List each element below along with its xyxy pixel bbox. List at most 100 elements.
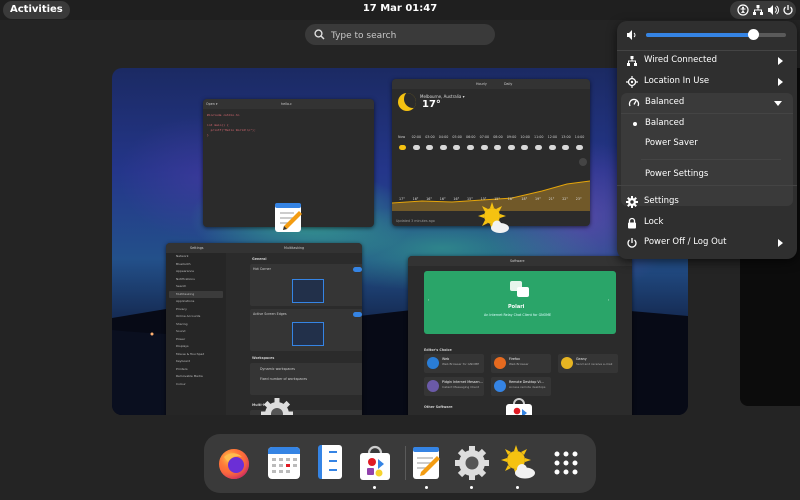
app-card[interactable]: Pidgin Internet Messen… Instant Messaging… xyxy=(424,377,484,396)
text-editor-icon[interactable] xyxy=(407,443,447,483)
workspaces-card[interactable]: Dynamic workspaces Fixed number of works… xyxy=(250,363,362,395)
text-editor-window-icon xyxy=(275,203,302,232)
code-area[interactable]: #include <stdio.h> int main() { printf("… xyxy=(207,113,256,138)
files-icon[interactable] xyxy=(310,443,350,483)
hour-temperature: 15° xyxy=(467,197,473,201)
wired-connection-item[interactable]: Wired Connected xyxy=(617,51,797,71)
calendar-icon[interactable] xyxy=(264,443,304,483)
settings-sidebar[interactable]: Network Bluetooth Appearance Notifications S… xyxy=(166,253,226,415)
top-bar: Activities 17 Mar 01:47 xyxy=(0,0,800,20)
sidebar-item-network[interactable]: Network xyxy=(169,253,223,261)
sidebar-item-appearance[interactable]: Appearance xyxy=(169,268,223,276)
location-item[interactable]: Location In Use xyxy=(617,72,797,92)
tab-hourly[interactable]: Hourly xyxy=(476,82,487,86)
power-off-item[interactable]: Power Off / Log Out xyxy=(617,233,797,253)
hour-label: 02:00 xyxy=(411,135,422,139)
cloud-icon xyxy=(426,145,434,150)
text-editor-headerbar[interactable]: Open ▾ hello.c xyxy=(203,99,374,109)
sidebar-item-privacy[interactable]: Privacy xyxy=(169,306,223,314)
dynamic-workspaces-option[interactable]: Dynamic workspaces xyxy=(260,367,295,371)
app-name: Pidgin Internet Messen… xyxy=(442,380,483,384)
hour-label: 07:00 xyxy=(479,135,490,139)
banner-prev-icon[interactable]: ‹ xyxy=(428,298,429,302)
sidebar-item-label: Network xyxy=(176,254,189,258)
hour-label: 12:00 xyxy=(547,135,558,139)
weather-icon[interactable] xyxy=(498,443,538,483)
power-option-balanced-label: Balanced xyxy=(645,118,685,128)
sidebar-item-removable-media[interactable]: Removable Media xyxy=(169,373,223,381)
active-edges-card[interactable]: Active Screen Edges xyxy=(250,309,362,351)
lock-label: Lock xyxy=(644,217,664,227)
sidebar-item-notifications[interactable]: Notifications xyxy=(169,276,223,284)
power-option-power-saver[interactable]: Power Saver xyxy=(621,134,793,154)
hot-corner-toggle[interactable] xyxy=(353,267,362,272)
sidebar-item-label: Power xyxy=(176,336,186,341)
general-heading: General xyxy=(252,257,267,261)
sidebar-item-colour[interactable]: Colour xyxy=(169,381,223,389)
sidebar-item-power[interactable]: Power xyxy=(169,336,223,344)
cloud-icon xyxy=(562,145,570,150)
hour-label: 06:00 xyxy=(466,135,476,139)
app-card[interactable]: Firefox Web Browser xyxy=(491,354,551,373)
lock-icon xyxy=(628,217,636,229)
software-title: Software xyxy=(510,259,525,263)
settings-window[interactable]: Settings Multitasking Network Bluetooth Ap… xyxy=(166,243,362,415)
power-mode-item[interactable]: Balanced xyxy=(621,93,793,113)
settings-gear-icon[interactable] xyxy=(452,443,492,483)
volume-icon[interactable] xyxy=(626,29,638,41)
software-headerbar[interactable]: Software xyxy=(408,256,632,266)
sidebar-item-displays[interactable]: Displays xyxy=(169,343,223,351)
fixed-workspaces-option[interactable]: Fixed number of workspaces xyxy=(260,377,307,381)
sidebar-item-sound[interactable]: Sound xyxy=(169,328,223,336)
app-card[interactable]: Web Web Browser for GNOME xyxy=(424,354,484,373)
settings-item[interactable]: Settings xyxy=(617,192,797,212)
cloud-icon xyxy=(535,145,542,150)
app-grid-icon[interactable] xyxy=(546,443,586,483)
banner-next-icon[interactable]: › xyxy=(608,298,609,302)
power-option-balanced[interactable]: Balanced xyxy=(621,114,793,134)
workspace-preview[interactable]: Open ▾ hello.c #include <stdio.h> int ma… xyxy=(112,68,688,415)
weather-headerbar[interactable]: Hourly Daily xyxy=(392,79,590,89)
sidebar-item-bluetooth[interactable]: Bluetooth xyxy=(169,261,223,269)
volume-slider-handle[interactable] xyxy=(748,29,760,40)
featured-app-banner[interactable]: Polari An Internet Relay Chat Client for… xyxy=(424,271,616,334)
tab-daily[interactable]: Daily xyxy=(504,82,512,86)
app-card[interactable]: Geany Send and receive e-mail xyxy=(558,354,618,373)
app-description: Web Browser xyxy=(509,362,529,366)
scroll-next-button[interactable] xyxy=(579,158,587,166)
volume-icon xyxy=(768,5,779,15)
sidebar-item-keyboard[interactable]: Keyboard xyxy=(169,358,223,366)
app-card[interactable]: Remote Desktop Vi… Access remote desktops xyxy=(491,377,551,396)
settings-headerbar[interactable]: Settings Multitasking xyxy=(166,243,362,253)
weather-temperature: 17° xyxy=(422,99,441,110)
app-icon xyxy=(494,357,506,369)
sidebar-item-multitasking[interactable]: Multitasking xyxy=(169,290,223,298)
hour-temperature: 22° xyxy=(562,197,569,201)
software-icon[interactable] xyxy=(355,443,395,483)
sidebar-item-online-accounts[interactable]: Online Accounts xyxy=(169,313,223,321)
selected-bullet-icon xyxy=(633,122,637,126)
settings-label: Settings xyxy=(644,196,679,206)
hour-temperature: 16° xyxy=(453,197,460,201)
software-window[interactable]: Software Polari An Internet Relay Chat C… xyxy=(408,256,632,415)
sidebar-item-label: Keyboard xyxy=(176,359,191,363)
hot-corner-card[interactable]: Hot Corner xyxy=(250,264,362,306)
power-settings-item[interactable]: Power Settings xyxy=(621,165,793,185)
open-button[interactable]: Open ▾ xyxy=(206,102,218,106)
chevron-down-icon xyxy=(774,101,782,106)
clock[interactable]: 17 Mar 01:47 xyxy=(0,3,800,14)
sidebar-item-printers[interactable]: Printers xyxy=(169,366,223,374)
search-bar[interactable] xyxy=(305,24,495,45)
active-edges-toggle[interactable] xyxy=(353,312,362,317)
search-input[interactable] xyxy=(329,26,488,45)
sidebar-item-search[interactable]: Search xyxy=(169,283,223,291)
sidebar-item-label: Printers xyxy=(176,366,188,371)
lock-item[interactable]: Lock xyxy=(617,213,797,233)
sidebar-item-mouse-touchpad[interactable]: Mouse & Touchpad xyxy=(169,351,223,359)
system-tray[interactable] xyxy=(730,1,796,19)
app-icon xyxy=(561,357,573,369)
sidebar-item-sharing[interactable]: Sharing xyxy=(169,321,223,329)
firefox-icon[interactable] xyxy=(214,443,254,483)
volume-slider[interactable] xyxy=(646,29,786,40)
sidebar-item-applications[interactable]: Applications xyxy=(169,298,223,306)
